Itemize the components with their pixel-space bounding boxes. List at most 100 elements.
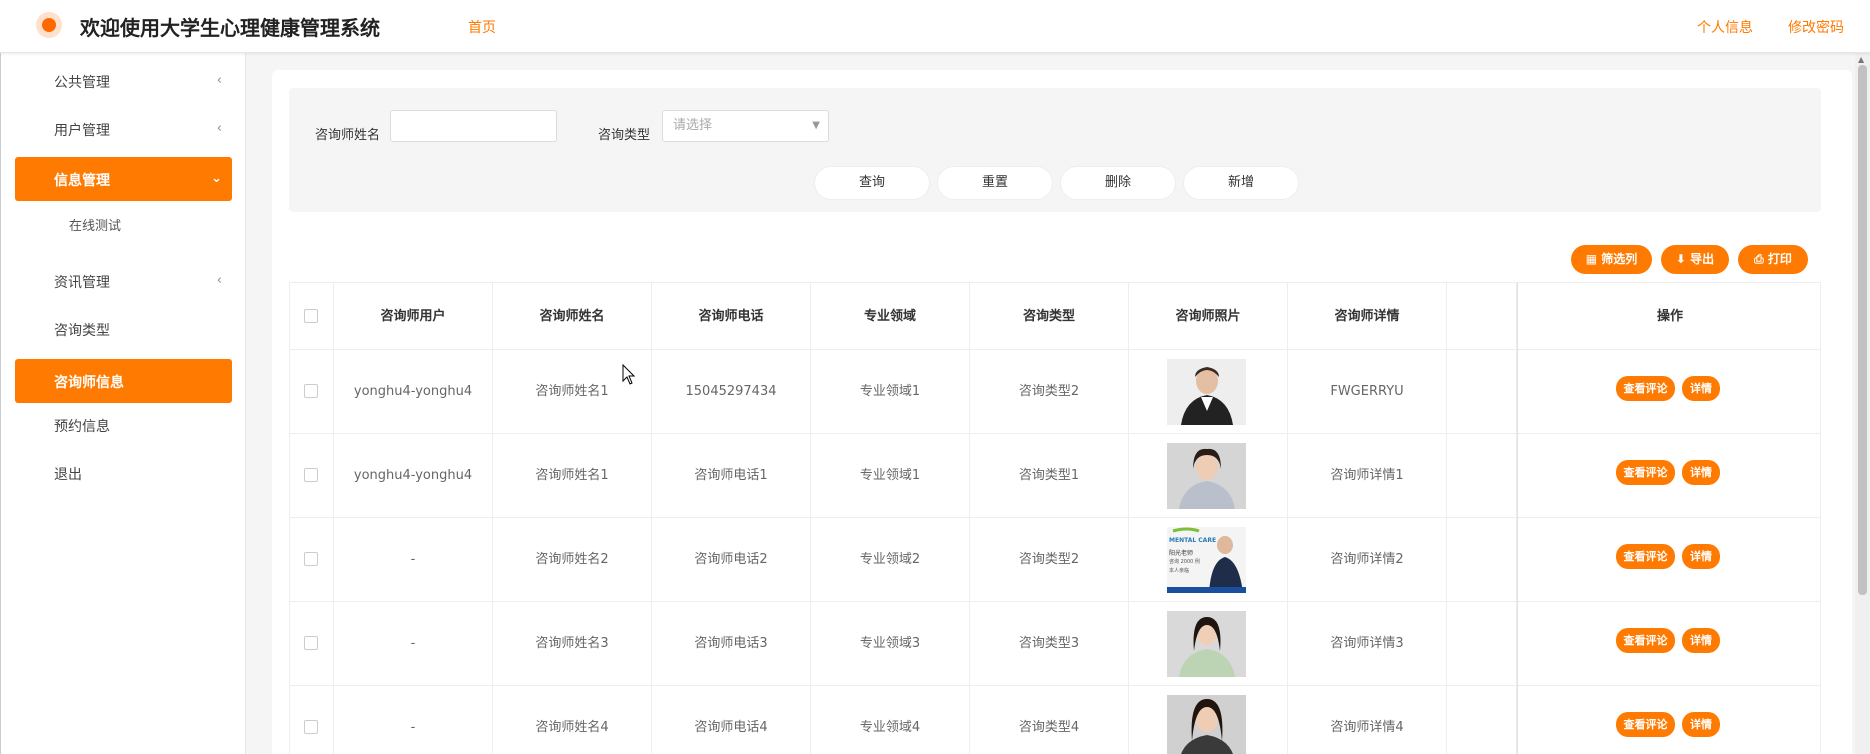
counselor-photo[interactable] [1167, 611, 1246, 677]
counselor-photo[interactable] [1167, 359, 1246, 425]
header-select-cell [290, 283, 334, 350]
sidebar-item-news[interactable]: 资讯管理 ‹ [15, 259, 232, 303]
cell-actions: 查看评论 详情 [1517, 350, 1820, 434]
cell-phone: 咨询师电话2 [652, 518, 811, 602]
scroll-up-arrow-icon[interactable]: ▲ [1858, 55, 1864, 64]
reset-button[interactable]: 重置 [937, 166, 1053, 200]
row-select-cell [290, 350, 334, 434]
cell-type: 咨询类型4 [970, 686, 1129, 754]
cell-blank [1447, 602, 1517, 686]
cell-name: 咨询师姓名3 [493, 602, 652, 686]
portrait-graphic [1167, 695, 1246, 754]
cell-detail: 咨询师详情3 [1288, 602, 1447, 686]
view-comments-button[interactable]: 查看评论 [1616, 376, 1675, 401]
cell-field: 专业领域3 [811, 602, 970, 686]
sidebar-item-label: 信息管理 [54, 173, 110, 189]
counselor-photo[interactable] [1167, 443, 1246, 509]
sidebar-item-counselor-info[interactable]: 咨询师信息 [15, 359, 232, 403]
consult-type-select[interactable]: 请选择 ▼ [662, 110, 829, 142]
view-comments-button[interactable]: 查看评论 [1616, 544, 1675, 569]
column-header[interactable]: 咨询师电话 [652, 283, 811, 350]
details-button[interactable]: 详情 [1682, 460, 1720, 485]
row-select-cell [290, 518, 334, 602]
sidebar-item-info[interactable]: 信息管理 ⌄ [15, 157, 232, 201]
column-header[interactable]: 咨询类型 [970, 283, 1129, 350]
chevron-left-icon: ‹ [216, 121, 222, 136]
row-checkbox[interactable] [304, 468, 318, 482]
row-select-cell [290, 434, 334, 518]
column-header-actions: 操作 [1517, 283, 1820, 350]
cell-phone: 咨询师电话1 [652, 434, 811, 518]
select-all-checkbox[interactable] [304, 309, 318, 323]
scrollbar-thumb[interactable] [1858, 65, 1867, 595]
portrait-graphic [1167, 359, 1246, 425]
mouse-cursor-icon [622, 364, 636, 385]
export-label: 导出 [1690, 252, 1715, 266]
cell-phone: 咨询师电话4 [652, 686, 811, 754]
sidebar-item-consult-type[interactable]: 咨询类型 [15, 307, 232, 351]
column-header[interactable]: 咨询师照片 [1129, 283, 1288, 350]
table-row: - 咨询师姓名3 咨询师电话3 专业领域3 咨询类型3 咨询师详情3 查看评论 … [290, 602, 1820, 686]
cell-photo [1129, 686, 1288, 754]
consult-type-label: 咨询类型 [598, 128, 651, 143]
sidebar-item-label: 咨询师信息 [54, 375, 124, 391]
sidebar-item-label: 预约信息 [54, 419, 110, 435]
sidebar-item-logout[interactable]: 退出 [15, 451, 232, 495]
details-button[interactable]: 详情 [1682, 376, 1720, 401]
sidebar-item-label: 公共管理 [54, 75, 110, 91]
row-checkbox[interactable] [304, 636, 318, 650]
sidebar-item-label: 咨询类型 [54, 323, 110, 339]
page-scrollbar[interactable]: ▲ [1855, 53, 1870, 754]
cell-detail: FWGERRYU [1288, 350, 1447, 434]
cell-name: 咨询师姓名1 [493, 350, 652, 434]
details-button[interactable]: 详情 [1682, 712, 1720, 737]
portrait-graphic [1167, 611, 1246, 677]
filter-columns-button[interactable]: ▦ 筛选列 [1571, 245, 1652, 274]
cell-field: 专业领域1 [811, 434, 970, 518]
nav-home-link[interactable]: 首页 [468, 17, 496, 37]
column-header[interactable]: 咨询师详情 [1288, 283, 1447, 350]
add-button[interactable]: 新增 [1183, 166, 1299, 200]
column-header[interactable]: 专业领域 [811, 283, 970, 350]
cell-field: 专业领域2 [811, 518, 970, 602]
view-comments-button[interactable]: 查看评论 [1616, 460, 1675, 485]
sidebar-item-appointments[interactable]: 预约信息 [15, 403, 232, 447]
cell-user: yonghu4-yonghu4 [334, 350, 493, 434]
row-checkbox[interactable] [304, 720, 318, 734]
cell-photo: MENTAL CARE 阳光老师 咨询 2000 例 本人亲临 [1129, 518, 1288, 602]
export-button[interactable]: ⬇ 导出 [1661, 245, 1729, 274]
chevron-left-icon: ‹ [216, 73, 222, 88]
query-button[interactable]: 查询 [814, 166, 930, 200]
counselor-photo[interactable] [1167, 695, 1246, 754]
row-checkbox[interactable] [304, 384, 318, 398]
cell-blank [1447, 518, 1517, 602]
cell-actions: 查看评论 详情 [1517, 434, 1820, 518]
sidebar-item-users[interactable]: 用户管理 ‹ [15, 107, 232, 151]
nav-change-password-link[interactable]: 修改密码 [1788, 17, 1844, 37]
columns-icon: ▦ [1585, 252, 1598, 266]
print-icon: ⎙ [1754, 252, 1764, 266]
view-comments-button[interactable]: 查看评论 [1616, 628, 1675, 653]
counselor-name-input[interactable] [390, 110, 557, 142]
sidebar-item-public[interactable]: 公共管理 ‹ [15, 59, 232, 103]
nav-profile-link[interactable]: 个人信息 [1697, 17, 1753, 37]
poster-brand: MENTAL CARE [1169, 537, 1217, 544]
filter-columns-label: 筛选列 [1601, 252, 1638, 266]
details-button[interactable]: 详情 [1682, 544, 1720, 569]
export-icon: ⬇ [1675, 252, 1686, 266]
view-comments-button[interactable]: 查看评论 [1616, 712, 1675, 737]
main-panel: 咨询师姓名 咨询类型 请选择 ▼ 查询 重置 删除 新增 ▦ 筛选列 ⬇ 导出 … [272, 70, 1852, 754]
chevron-left-icon: ‹ [216, 273, 222, 288]
counselor-name-label: 咨询师姓名 [315, 128, 381, 143]
cell-photo [1129, 350, 1288, 434]
column-header[interactable]: 咨询师姓名 [493, 283, 652, 350]
poster-line-1: 阳光老师 [1169, 550, 1194, 557]
column-header[interactable]: 咨询师用户 [334, 283, 493, 350]
caret-down-icon: ▼ [812, 120, 820, 131]
sidebar-subitem-online-test[interactable]: 在线测试 [69, 215, 121, 234]
row-checkbox[interactable] [304, 552, 318, 566]
counselor-photo[interactable]: MENTAL CARE 阳光老师 咨询 2000 例 本人亲临 [1167, 527, 1246, 593]
print-button[interactable]: ⎙ 打印 [1738, 245, 1808, 274]
delete-button[interactable]: 删除 [1060, 166, 1176, 200]
details-button[interactable]: 详情 [1682, 628, 1720, 653]
